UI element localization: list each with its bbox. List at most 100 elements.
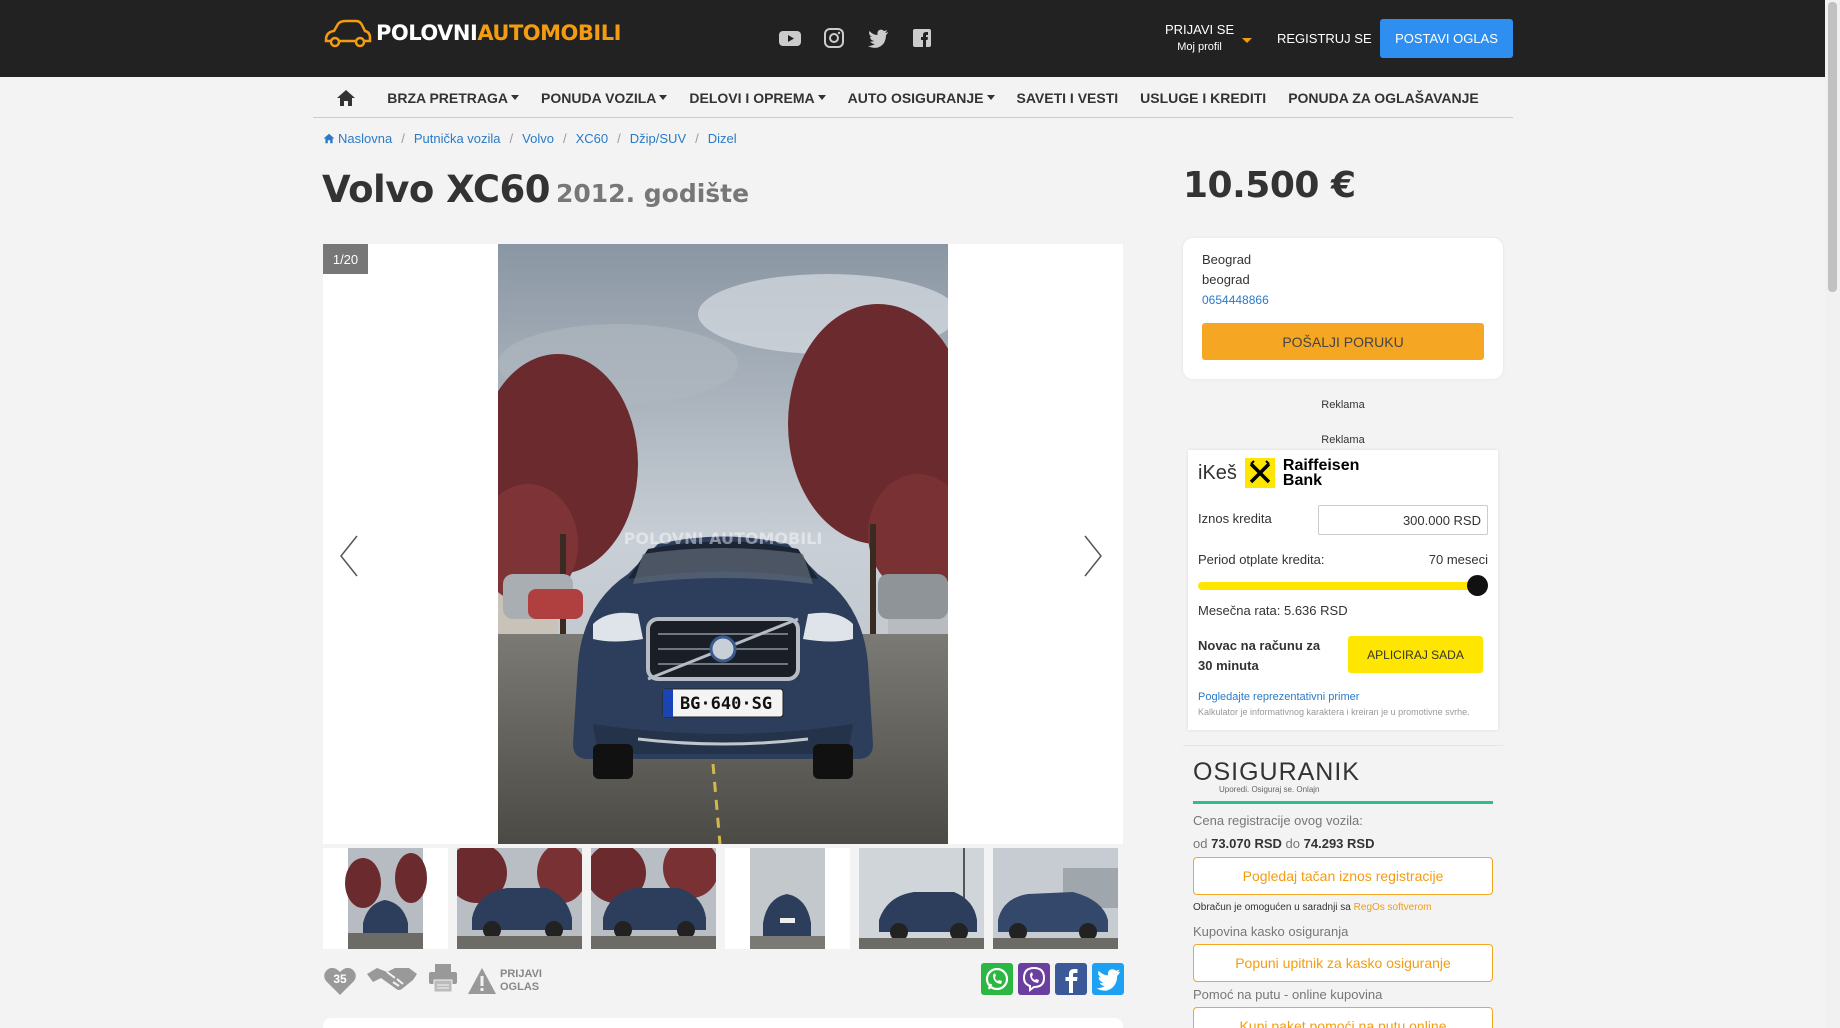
slider-handle[interactable] — [1467, 575, 1488, 596]
breadcrumb-body-type[interactable]: Džip/SUV — [630, 131, 686, 146]
warning-icon[interactable]: PRIJAVI OGLAS — [467, 966, 542, 996]
nav-item-label: DELOVI I OPREMA — [689, 89, 815, 106]
roadside-help-label: Pomoć na putu - online kupovina — [1193, 987, 1383, 1002]
nav-item-advertising[interactable]: PONUDA ZA OGLAŠAVANJE — [1288, 90, 1479, 106]
ad-label: Reklama — [1321, 399, 1365, 411]
instagram-icon[interactable] — [822, 26, 846, 50]
seller-card: Beograd beograd 0654448866 POŠALJI PORUK… — [1183, 238, 1503, 379]
loan-brand: iKeš Raiffeisen Bank — [1198, 458, 1359, 489]
report-line2: OGLAS — [500, 980, 540, 993]
breadcrumb-separator: / — [617, 131, 621, 146]
thumbnail[interactable] — [457, 848, 582, 949]
nav-item-label: BRZA PRETRAGA — [387, 89, 509, 106]
breadcrumb-make[interactable]: Volvo — [522, 131, 554, 146]
kasko-questionnaire-button[interactable]: Popuni upitnik za kasko osiguranje — [1193, 944, 1493, 982]
thumbnail[interactable] — [725, 848, 850, 949]
loan-amount-label: Iznos kredita — [1198, 511, 1272, 526]
chevron-left-icon[interactable] — [337, 534, 361, 578]
listing-price: 10.500 € — [1183, 165, 1356, 206]
viber-icon[interactable] — [1018, 963, 1050, 995]
kasko-label: Kupovina kasko osiguranja — [1193, 924, 1349, 939]
photo-counter: 1/20 — [323, 244, 368, 274]
register-link[interactable]: REGISTRUJ SE — [1277, 31, 1372, 46]
loan-period-slider[interactable] — [1198, 582, 1488, 590]
nav-item-parts[interactable]: DELOVI I OPREMA — [689, 89, 826, 106]
breadcrumb-separator: / — [509, 131, 514, 146]
favorite-heart-icon[interactable]: 35 — [323, 965, 357, 997]
cash-promo-text: Novac na računu za 30 minuta — [1198, 636, 1320, 676]
registration-price-range: od 73.070 RSD do 74.293 RSD — [1193, 836, 1374, 851]
nav-item-services[interactable]: USLUGE I KREDITI — [1140, 90, 1266, 106]
price-from-word: od — [1193, 836, 1208, 851]
listing-title: Volvo XC60 2012. godište — [322, 168, 749, 211]
listing-actions: 35 PRIJAVI OGLAS — [323, 962, 542, 999]
nav-item-label: PONUDA VOZILA — [541, 89, 657, 106]
nav-item-label: PONUDA ZA OGLAŠAVANJE — [1288, 89, 1479, 106]
report-ad-label: PRIJAVI OGLAS — [500, 968, 542, 994]
loan-calculator-widget: iKeš RaiffeisenBank Iznos kredita Period… — [1188, 450, 1498, 730]
nav-item-label: AUTO OSIGURANJE — [847, 89, 984, 106]
representative-example-link[interactable]: Pogledajte reprezentativni primer — [1198, 691, 1359, 703]
twitter-share-icon[interactable] — [1092, 963, 1124, 995]
thumbnail[interactable] — [591, 848, 716, 949]
facebook-share-icon[interactable] — [1055, 963, 1087, 995]
registration-price-label: Cena registracije ovog vozila: — [1193, 813, 1363, 828]
main-nav: BRZA PRETRAGA PONUDA VOZILA DELOVI I OPR… — [313, 78, 1513, 118]
price-to-word: do — [1285, 836, 1301, 851]
seller-phone-link[interactable]: 0654448866 — [1202, 293, 1269, 307]
thumbnail[interactable] — [859, 848, 984, 949]
breadcrumb-separator: / — [562, 131, 567, 146]
breadcrumb-model[interactable]: XC60 — [576, 131, 609, 146]
breadcrumb-home[interactable]: Naslovna — [338, 131, 392, 146]
thumbnail[interactable] — [323, 848, 448, 949]
send-message-button[interactable]: POŠALJI PORUKU — [1202, 323, 1484, 360]
print-icon[interactable] — [427, 962, 459, 999]
price-to: 74.293 RSD — [1303, 836, 1375, 851]
details-card — [323, 1018, 1123, 1028]
breadcrumb-fuel[interactable]: Dizel — [708, 131, 737, 146]
handshake-icon[interactable] — [365, 962, 419, 999]
facebook-icon[interactable] — [910, 26, 934, 50]
registration-price-button[interactable]: Pogledaj tačan iznos registracije — [1193, 857, 1493, 895]
scrollbar-thumb[interactable] — [1828, 2, 1837, 292]
bank-name-line2: Bank — [1282, 472, 1323, 489]
cash-promo-line2: 30 minuta — [1198, 658, 1259, 673]
chevron-down-icon — [1242, 38, 1253, 43]
regos-link[interactable]: RegOs softverom — [1354, 902, 1432, 913]
login-dropdown[interactable]: PRIJAVI SE Moj profil — [1165, 22, 1253, 53]
nav-item-news[interactable]: SAVETI I VESTI — [1017, 90, 1119, 106]
regos-note-prefix: Obračun je omogućen u saradnji sa — [1193, 902, 1351, 913]
photo-gallery[interactable]: 1/20 BG·640·SG POLOVNI AUTOMOBILI — [323, 244, 1123, 844]
breadcrumb: Naslovna / Putnička vozila / Volvo / XC6… — [323, 131, 737, 146]
site-logo[interactable]: POLOVNIAUTOMOBILI — [322, 18, 621, 48]
logo-text-white: POLOVNI — [376, 21, 478, 45]
monthly-rate: Mesečna rata: 5.636 RSD — [1198, 603, 1348, 618]
breadcrumb-passenger-cars[interactable]: Putnička vozila — [414, 131, 501, 146]
nav-item-vehicles[interactable]: PONUDA VOZILA — [541, 89, 668, 106]
chevron-right-icon[interactable] — [1081, 534, 1105, 578]
nav-item-quick-search[interactable]: BRZA PRETRAGA — [387, 89, 520, 106]
osiguranik-logo[interactable]: OSIGURANIK Uporedi. Osiguraj se. Onlajn — [1193, 758, 1360, 794]
apply-now-button[interactable]: APLICIRAJ SADA — [1348, 636, 1483, 673]
thumbnail-strip — [323, 848, 1123, 949]
page-scrollbar[interactable] — [1825, 0, 1840, 1028]
watermark-text: POLOVNI AUTOMOBILI — [624, 529, 823, 548]
insurance-widget: OSIGURANIK Uporedi. Osiguraj se. Onlajn … — [1183, 745, 1503, 1028]
regos-note: Obračun je omogućen u saradnji sa RegOs … — [1193, 902, 1431, 913]
youtube-icon[interactable] — [778, 26, 802, 50]
nav-item-insurance[interactable]: AUTO OSIGURANJE — [848, 90, 995, 106]
calculator-disclaimer: Kalkulator je informativnog karaktera i … — [1198, 707, 1470, 717]
loan-amount-input[interactable] — [1318, 505, 1488, 535]
whatsapp-icon[interactable] — [981, 963, 1013, 995]
twitter-icon[interactable] — [866, 26, 890, 50]
post-ad-button[interactable]: POSTAVI OGLAS — [1380, 19, 1513, 58]
roadside-help-button[interactable]: Kupi paket pomoći na putu online — [1193, 1007, 1493, 1028]
thumbnail[interactable] — [993, 848, 1118, 949]
listing-year: 2012. godište — [555, 179, 750, 208]
breadcrumb-separator: / — [401, 131, 405, 146]
loan-period-value: 70 meseci — [1428, 552, 1488, 567]
breadcrumb-separator: / — [695, 131, 699, 146]
home-icon[interactable] — [336, 89, 356, 107]
main-car-photo[interactable]: BG·640·SG POLOVNI AUTOMOBILI — [498, 244, 948, 844]
brand-underline — [1193, 801, 1493, 804]
